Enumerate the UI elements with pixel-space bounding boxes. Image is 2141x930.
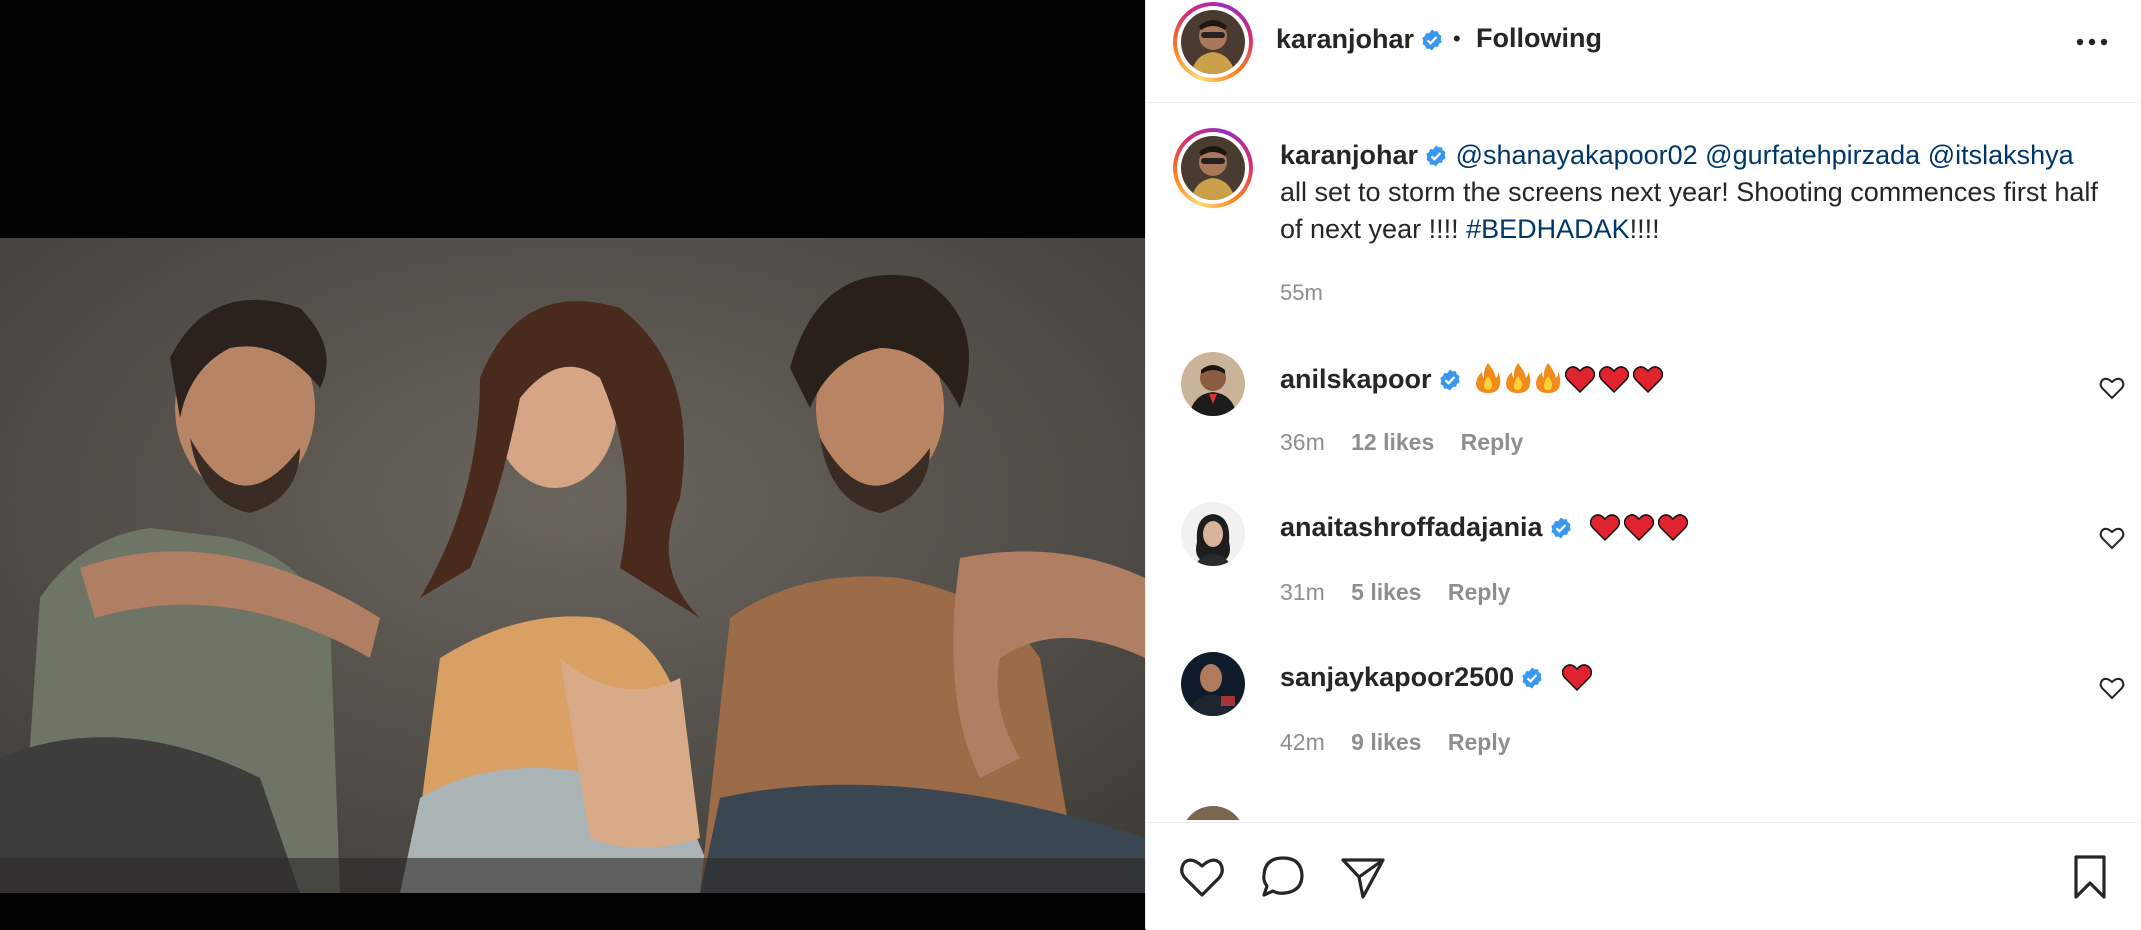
red-heart-emoji-icon — [1565, 366, 1596, 393]
commenter-avatar[interactable] — [1181, 652, 1245, 716]
comment-like-heart-icon[interactable] — [2099, 526, 2125, 550]
fire-emoji-icon — [1536, 363, 1561, 393]
more-options-icon[interactable] — [2072, 28, 2112, 56]
comment-username[interactable]: anilskapoor — [1280, 364, 1432, 394]
post-timestamp[interactable]: 55m — [1280, 280, 1323, 306]
commenter-avatar[interactable] — [1181, 806, 1245, 820]
heart-icon[interactable] — [1178, 853, 1226, 901]
comment-like-heart-icon[interactable] — [2099, 676, 2125, 700]
comment-likes[interactable]: 9 likes — [1351, 729, 1421, 755]
comment-icon[interactable] — [1259, 853, 1307, 901]
comment-like-heart-icon[interactable] — [2099, 376, 2125, 400]
post-action-bar — [1146, 822, 2141, 930]
caption-hashtag[interactable]: #BEDHADAK — [1466, 214, 1630, 244]
post-header: karanjohar • Following — [1146, 0, 2141, 103]
red-heart-emoji-icon — [1599, 366, 1630, 393]
comment-item: anaitashroffadajania 31m 5 likes Reply — [1146, 502, 2141, 652]
caption-mentions[interactable]: @shanayakapoor02 @gurfatehpirzada @itsla… — [1456, 140, 2074, 170]
comment-item: sanjaykapoor2500 42m 9 likes Reply — [1146, 652, 2141, 802]
comment-time[interactable]: 36m — [1280, 429, 1325, 455]
verified-badge-icon — [1522, 667, 1542, 689]
caption-body: all set to storm the screens next year! … — [1280, 177, 2098, 244]
caption-tail: !!!! — [1629, 214, 1660, 244]
comment-emojis — [1475, 363, 1667, 394]
comment-reply-button[interactable]: Reply — [1448, 729, 1511, 755]
red-heart-emoji-icon — [1658, 514, 1689, 541]
post-photo[interactable] — [0, 238, 1145, 893]
verified-badge-icon — [1439, 369, 1460, 391]
author-username[interactable]: karanjohar — [1276, 24, 1444, 55]
red-heart-emoji-icon — [1624, 514, 1655, 541]
comment-likes[interactable]: 12 likes — [1351, 429, 1434, 455]
fire-emoji-icon — [1476, 363, 1501, 393]
send-icon[interactable] — [1339, 853, 1387, 901]
commenter-avatar[interactable] — [1181, 352, 1245, 416]
fire-emoji-icon — [1506, 363, 1531, 393]
caption-author-avatar[interactable] — [1173, 128, 1253, 208]
comment-likes[interactable]: 5 likes — [1351, 579, 1421, 605]
comment-emojis — [1561, 662, 1596, 692]
comment-username[interactable]: sanjaykapoor2500 — [1280, 662, 1514, 692]
post-photo-illustration — [0, 238, 1145, 893]
commenter-avatar[interactable] — [1181, 502, 1245, 566]
verified-badge-icon — [1426, 145, 1446, 167]
post-side-panel: karanjohar • Following karanjohar @shana… — [1145, 0, 2141, 930]
comment-emojis — [1590, 512, 1692, 542]
comment-item-partial — [1146, 806, 2141, 820]
red-heart-emoji-icon — [1633, 366, 1664, 393]
caption-username[interactable]: karanjohar — [1280, 140, 1418, 170]
bookmark-icon[interactable] — [2066, 853, 2114, 901]
comment-time[interactable]: 31m — [1280, 579, 1325, 605]
comment-reply-button[interactable]: Reply — [1448, 579, 1511, 605]
verified-badge-icon — [1422, 29, 1442, 51]
red-heart-emoji-icon — [1561, 664, 1592, 691]
following-button[interactable]: Following — [1476, 23, 1602, 54]
comments-list[interactable]: anilskapoor 36m 12 likes Reply anaitashr… — [1146, 340, 2141, 820]
header-separator: • — [1453, 26, 1461, 51]
comment-time[interactable]: 42m — [1280, 729, 1325, 755]
comment-item: anilskapoor 36m 12 likes Reply — [1146, 352, 2141, 502]
caption-text: karanjohar @shanayakapoor02 @gurfatehpir… — [1280, 137, 2100, 248]
comment-username[interactable]: anaitashroffadajania — [1280, 512, 1543, 542]
comment-reply-button[interactable]: Reply — [1461, 429, 1524, 455]
author-avatar[interactable] — [1173, 2, 1253, 82]
red-heart-emoji-icon — [1590, 514, 1621, 541]
post-media-pane — [0, 0, 1145, 929]
verified-badge-icon — [1550, 517, 1571, 539]
